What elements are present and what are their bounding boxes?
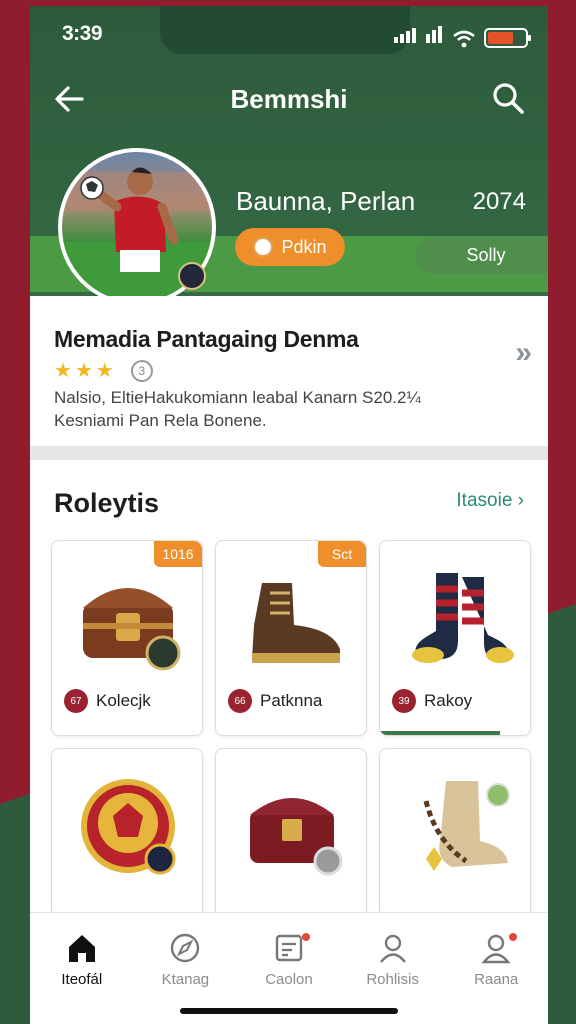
news-icon (275, 934, 303, 962)
item-name: Kolecjk (96, 691, 151, 710)
nav-label: Iteofál (61, 971, 103, 988)
item-card[interactable] (215, 748, 367, 918)
nav-label: Raana (474, 971, 519, 988)
profile-year: 2074 (472, 188, 526, 215)
socks-icon (412, 573, 514, 663)
profile-icon (481, 934, 511, 964)
item-name: Patknna (260, 691, 323, 710)
item-label: 66 Patknna (228, 689, 322, 713)
medal-icon (81, 779, 176, 875)
treasure-chest-icon (83, 588, 181, 671)
item-progress-bar (380, 731, 500, 735)
notification-dot (509, 933, 518, 941)
battery-icon (484, 28, 531, 48)
bottom-nav: Iteofál Ktanag Caolon Rohlisis Raana (30, 912, 548, 1024)
primary-pill-label: Pdkin (281, 236, 327, 257)
chest-icon (250, 798, 343, 876)
nav-label: Rohlisis (366, 971, 419, 988)
bead-boot-icon (423, 781, 510, 871)
home-indicator (180, 1008, 398, 1014)
info-description-line2: Kesniami Pan Rela Bonene. (54, 411, 267, 430)
nav-item-people[interactable]: Rohlisis (348, 931, 438, 988)
section-divider (30, 446, 548, 460)
item-card[interactable]: 39 Rakoy (379, 540, 531, 736)
primary-pill-button[interactable]: Pdkin (235, 228, 345, 266)
items-grid: 1016 67 Kolecjk Sct 66 Patknna 39 Rakoy (51, 540, 531, 918)
nav-item-news[interactable]: Caolon (244, 931, 334, 988)
item-badge-icon: 66 (228, 689, 252, 713)
notch (160, 6, 410, 54)
item-label: 39 Rakoy (392, 689, 472, 713)
status-time: 3:39 (62, 22, 103, 45)
double-chevron-icon[interactable]: » (515, 336, 531, 370)
nav-item-profile[interactable]: Raana (451, 931, 541, 988)
item-card[interactable]: 1016 67 Kolecjk (51, 540, 203, 736)
items-section: Roleytis Itasoie › 1016 67 Kolecjk Sct 6… (30, 460, 548, 920)
rating-info-icon: 3 (130, 359, 153, 382)
profile-name: Baunna, Perlan (236, 186, 416, 216)
person-icon (379, 934, 406, 963)
status-bar: 3:39 (30, 6, 548, 62)
item-label: 67 Kolecjk (64, 689, 151, 713)
info-description-line1: Nalsio, EltieHakukomiann leabal Kanarn S… (54, 388, 421, 407)
nav-item-home[interactable]: Iteofál (37, 931, 127, 988)
cellular-icon (426, 26, 444, 48)
nav-label: Caolon (265, 971, 313, 988)
wifi-icon (453, 30, 475, 48)
home-icon (68, 935, 95, 962)
star-icon: ★ (95, 360, 114, 382)
star-icon: ★ (74, 360, 93, 382)
secondary-pill-label: Solly (466, 244, 506, 265)
see-all-label: Itasoie (456, 490, 513, 511)
club-badge-icon (178, 262, 206, 290)
item-name: Rakoy (424, 691, 473, 710)
star-icon: ★ (54, 360, 72, 382)
item-badge-icon: 67 (64, 689, 88, 713)
nav-item-explore[interactable]: Ktanag (140, 931, 230, 988)
chevron-right-icon: › (517, 490, 524, 511)
signal-icon (394, 28, 418, 48)
notification-dot (301, 933, 310, 941)
item-card[interactable]: Sct 66 Patknna (215, 540, 367, 736)
boot-icon (252, 583, 340, 663)
nav-label: Ktanag (161, 971, 210, 988)
info-card[interactable]: Memadia Pantagaing Denma ★ ★ ★ 3 » Nalsi… (30, 296, 548, 446)
compass-icon (171, 933, 200, 963)
see-all-link[interactable]: Itasoie › (456, 490, 524, 512)
rating: ★ ★ ★ 3 (54, 358, 153, 383)
search-icon[interactable] (490, 80, 526, 116)
phone-screen: 3:39 Bemmshi Baunna, Perlan 2074 Pdkin S… (30, 6, 548, 1024)
nav-bar: Bemmshi (30, 74, 548, 124)
section-title: Roleytis (54, 488, 160, 518)
info-title: Memadia Pantagaing Denma (54, 326, 359, 352)
item-card[interactable] (379, 748, 531, 918)
header: 3:39 Bemmshi Baunna, Perlan 2074 Pdkin S… (30, 6, 548, 306)
item-badge-icon: 39 (392, 689, 416, 713)
leaf-icon (253, 237, 274, 257)
page-title: Bemmshi (230, 84, 348, 114)
secondary-pill-button[interactable]: Solly (416, 236, 548, 274)
item-card[interactable] (51, 748, 203, 918)
status-icons (394, 26, 531, 48)
